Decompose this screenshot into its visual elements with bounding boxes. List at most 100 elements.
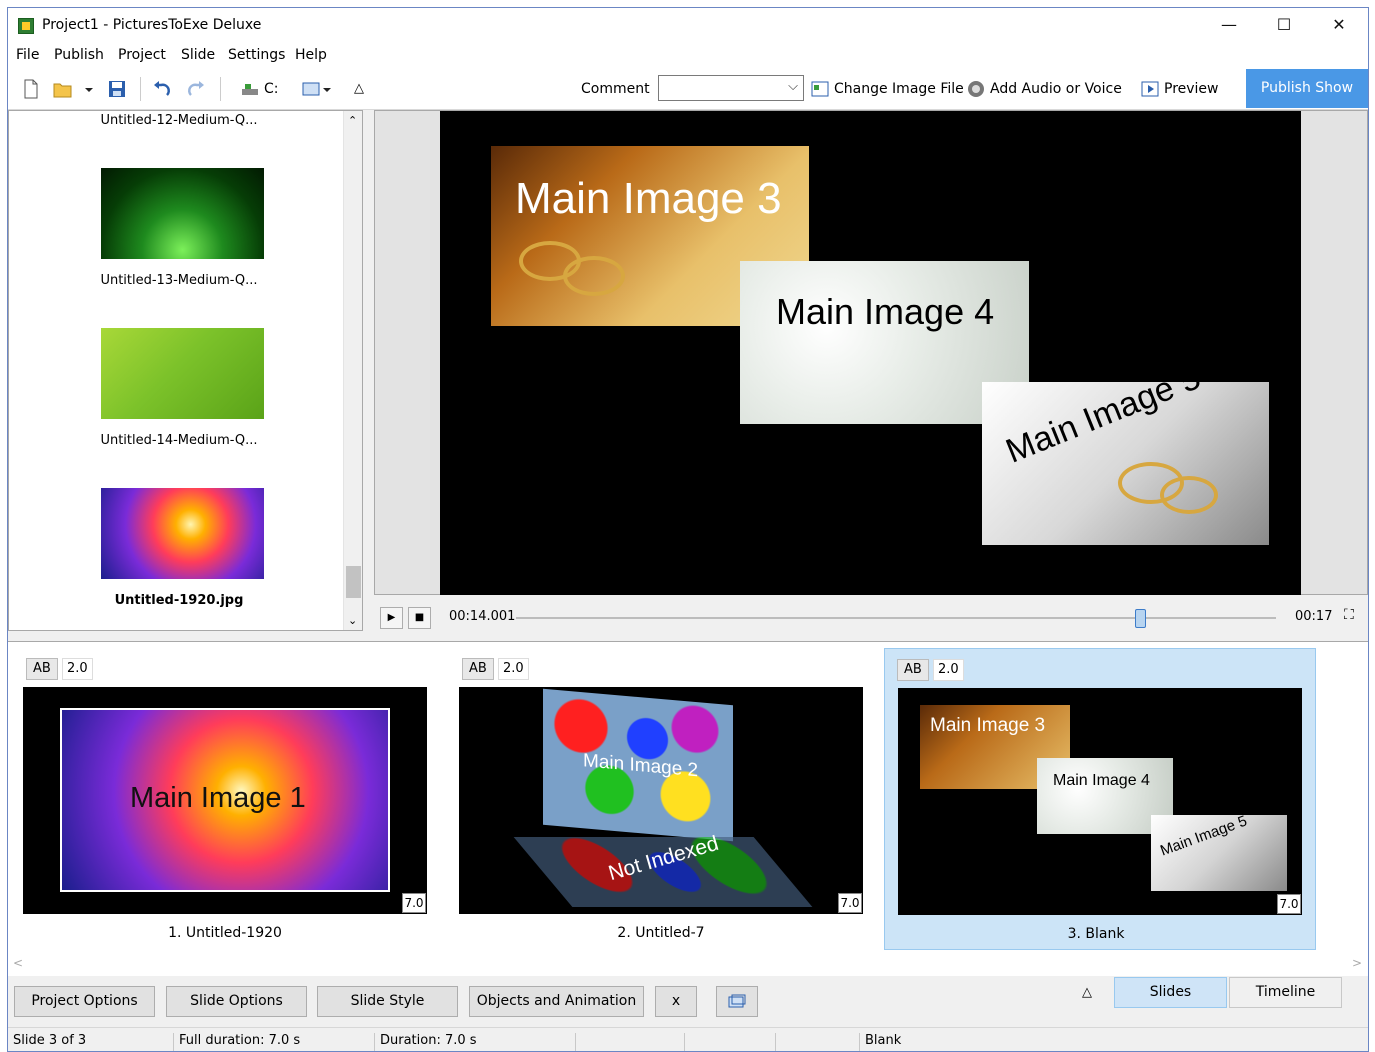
main-image-3-label: Main Image 3 [515, 174, 782, 223]
transition-duration[interactable]: 2.0 [62, 658, 93, 680]
status-duration: Duration: 7.0 s [374, 1033, 477, 1051]
menu-project[interactable]: Project [118, 47, 166, 63]
transition-ab-badge[interactable]: AB [462, 658, 494, 680]
stop-button[interactable]: ■ [408, 607, 431, 629]
slide-style-button[interactable]: Slide Style [317, 986, 458, 1017]
file-thumbnail[interactable] [101, 168, 264, 259]
slide-item-1[interactable]: AB 2.0 Main Image 1 7.0 1. Untitled-1920 [14, 648, 446, 950]
file-item-label[interactable]: Untitled-14-Medium-Q... [9, 433, 349, 448]
file-item-label[interactable]: Untitled-12-Medium-Q... [9, 113, 349, 128]
comment-label: Comment [581, 81, 650, 97]
preview-stage[interactable]: Main Image 3 Main Image 4 Main Image 5 [440, 111, 1301, 595]
slide-image: Main Image 2 [543, 688, 733, 842]
preview-button[interactable]: Preview [1164, 79, 1219, 99]
menu-file[interactable]: File [16, 47, 39, 63]
slide-thumbnail[interactable]: Main Image 3 Main Image 4 Main Image 5 7… [898, 688, 1302, 915]
slide-duration[interactable]: 7.0 [1277, 894, 1301, 914]
maximize-button[interactable]: ☐ [1261, 8, 1307, 42]
slide-image-label: Main Image 3 [930, 715, 1046, 736]
timeline-slider[interactable] [516, 609, 1276, 628]
close-button[interactable]: ✕ [1316, 8, 1362, 42]
main-image-4-label: Main Image 4 [776, 291, 995, 332]
slide-thumbnail[interactable]: Main Image 2 Not Indexed 7.0 [459, 687, 863, 914]
file-item-label[interactable]: Untitled-1920.jpg [9, 593, 349, 608]
scroll-right-icon[interactable]: > [1352, 956, 1362, 970]
slide-item-2[interactable]: AB 2.0 Main Image 2 Not Indexed 7.0 2. U… [450, 648, 882, 950]
total-time: 00:17 [1295, 609, 1333, 624]
fullscreen-icon[interactable]: ⛶ [1344, 607, 1354, 623]
change-image-icon[interactable] [810, 79, 830, 99]
preview-icon[interactable] [1140, 79, 1160, 99]
scrollbar-thumb[interactable] [346, 566, 361, 598]
menu-help[interactable]: Help [295, 47, 327, 63]
slide-caption[interactable]: 2. Untitled-7 [450, 925, 872, 941]
slides-panel: AB 2.0 Main Image 1 7.0 1. Untitled-1920… [8, 641, 1368, 976]
status-full-duration: Full duration: 7.0 s [173, 1033, 300, 1051]
slide-thumbnail[interactable]: Main Image 1 7.0 [23, 687, 427, 914]
chevron-down-icon[interactable] [84, 79, 94, 99]
menu-publish[interactable]: Publish [54, 47, 104, 63]
transition-ab-badge[interactable]: AB [26, 658, 58, 680]
chevron-down-icon: ⌵ [788, 79, 798, 94]
ring-icon [563, 256, 625, 296]
slide-options-button[interactable]: Slide Options [166, 986, 307, 1017]
file-thumbnail[interactable] [101, 328, 264, 419]
main-image-5-label: Main Image 5 [1000, 382, 1206, 471]
comment-dropdown[interactable]: ⌵ [658, 75, 804, 101]
slides-scrollbar[interactable]: < > [8, 954, 1368, 974]
collapse-panel-icon[interactable]: △ [1082, 985, 1092, 1000]
transition-ab-badge[interactable]: AB [897, 659, 929, 681]
slide-duration[interactable]: 7.0 [402, 893, 426, 913]
status-slide-count: Slide 3 of 3 [13, 1033, 87, 1048]
separator [220, 77, 221, 101]
undo-icon[interactable] [152, 79, 172, 99]
file-item-label[interactable]: Untitled-13-Medium-Q... [9, 273, 349, 288]
transition-duration[interactable]: 2.0 [933, 659, 964, 681]
slide-caption[interactable]: 3. Blank [885, 926, 1307, 942]
save-icon[interactable] [107, 79, 127, 99]
file-thumbnail[interactable] [101, 488, 264, 579]
file-list-scrollbar[interactable]: ⌃ ⌄ [343, 111, 362, 630]
scroll-down-icon[interactable]: ⌄ [348, 614, 357, 627]
preview-area: Main Image 3 Main Image 4 Main Image 5 [374, 110, 1368, 595]
ring-icon [1160, 476, 1218, 514]
open-folder-icon[interactable] [52, 79, 74, 99]
redo-icon[interactable] [186, 79, 206, 99]
project-options-button[interactable]: Project Options [14, 986, 155, 1017]
playback-bar: ▶ ■ 00:14.001 00:17 ⛶ [374, 603, 1368, 633]
view-mode-icon[interactable] [302, 79, 334, 99]
status-bar: Slide 3 of 3 Full duration: 7.0 s Durati… [8, 1027, 1368, 1051]
app-icon [18, 18, 34, 34]
slide-duration[interactable]: 7.0 [838, 893, 862, 913]
drive-label[interactable]: C: [264, 79, 279, 99]
gallery-icon [728, 994, 746, 1008]
publish-show-button[interactable]: Publish Show [1246, 69, 1368, 108]
status-empty [775, 1033, 781, 1051]
play-button[interactable]: ▶ [380, 607, 403, 629]
scroll-left-icon[interactable]: < [13, 956, 23, 970]
add-audio-button[interactable]: Add Audio or Voice [990, 79, 1122, 99]
x-button[interactable]: x [655, 986, 697, 1017]
scroll-up-icon[interactable]: ⌃ [348, 114, 357, 127]
tab-slides[interactable]: Slides [1114, 977, 1227, 1008]
objects-animation-button[interactable]: Objects and Animation [469, 986, 644, 1017]
slide-item-3[interactable]: AB 2.0 Main Image 3 Main Image 4 Main Im… [884, 648, 1316, 950]
current-time: 00:14.001 [449, 609, 516, 624]
collapse-toolbar-icon[interactable]: △ [354, 79, 364, 99]
menu-slide[interactable]: Slide [181, 47, 215, 63]
gallery-icon-button[interactable] [716, 986, 758, 1017]
tab-timeline[interactable]: Timeline [1229, 977, 1342, 1008]
slide-caption[interactable]: 1. Untitled-1920 [14, 925, 436, 941]
window-title: Project1 - PicturesToExe Deluxe [42, 17, 262, 33]
new-file-icon[interactable] [22, 79, 40, 99]
slide-image: Main Image 1 [60, 708, 390, 892]
speaker-icon[interactable] [966, 79, 986, 99]
drive-icon[interactable] [240, 79, 260, 99]
minimize-button[interactable]: — [1206, 8, 1252, 42]
slide-image-label: Main Image 4 [1053, 772, 1150, 789]
main-image-5[interactable]: Main Image 5 [982, 382, 1269, 545]
change-image-button[interactable]: Change Image File [834, 79, 964, 99]
slider-knob[interactable] [1135, 609, 1146, 628]
menu-settings[interactable]: Settings [228, 47, 285, 63]
transition-duration[interactable]: 2.0 [498, 658, 529, 680]
